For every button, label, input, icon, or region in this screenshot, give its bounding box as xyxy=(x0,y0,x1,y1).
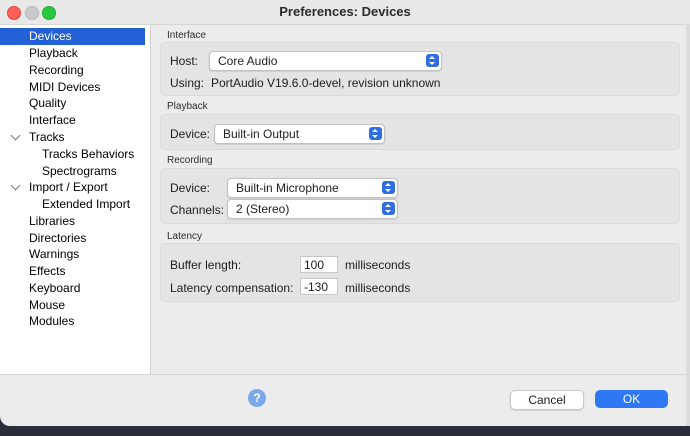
interface-section-title: Interface xyxy=(167,30,206,41)
window-edge xyxy=(686,24,690,426)
help-button[interactable]: ? xyxy=(248,389,266,407)
sidebar-item-label: MIDI Devices xyxy=(29,80,101,94)
sidebar-item-playback[interactable]: Playback xyxy=(0,45,145,62)
latency-section-title: Latency xyxy=(167,231,203,242)
channels-value: 2 (Stereo) xyxy=(236,202,290,216)
buffer-length-label: Buffer length: xyxy=(170,258,242,272)
title-bar: Preferences: Devices xyxy=(0,0,690,25)
sidebar-item-label: Modules xyxy=(29,314,75,328)
sidebar-item-spectrograms[interactable]: Spectrograms xyxy=(0,163,145,180)
sidebar-item-label: Interface xyxy=(29,113,76,127)
preferences-sidebar: Devices Playback Recording MIDI Devices … xyxy=(0,25,151,374)
popup-stepper-icon xyxy=(426,54,439,67)
playback-device-label: Device: xyxy=(170,127,211,141)
chevron-down-icon[interactable] xyxy=(10,130,21,141)
buffer-length-unit: milliseconds xyxy=(345,258,411,272)
sidebar-item-label: Spectrograms xyxy=(42,164,117,178)
latency-compensation-unit: milliseconds xyxy=(345,281,411,295)
recording-device-label: Device: xyxy=(170,181,211,195)
sidebar-item-label: Playback xyxy=(29,46,78,60)
playback-device-popup[interactable]: Built-in Output xyxy=(214,124,385,144)
ok-button[interactable]: OK xyxy=(595,390,668,408)
sidebar-item-tracks-behaviors[interactable]: Tracks Behaviors xyxy=(0,146,145,163)
sidebar-item-mouse[interactable]: Mouse xyxy=(0,297,145,314)
chevron-down-icon[interactable] xyxy=(10,180,21,191)
sidebar-item-label: Devices xyxy=(29,29,72,43)
sidebar-item-tracks[interactable]: Tracks xyxy=(0,129,145,146)
sidebar-item-midi-devices[interactable]: MIDI Devices xyxy=(0,79,145,96)
sidebar-item-devices[interactable]: Devices xyxy=(0,28,145,45)
sidebar-item-import-export[interactable]: Import / Export xyxy=(0,179,145,196)
channels-label: Channels: xyxy=(170,203,225,217)
sidebar-item-label: Libraries xyxy=(29,214,76,228)
using-value: PortAudio V19.6.0-devel, revision unknow… xyxy=(211,76,441,90)
buffer-length-input[interactable]: 100 xyxy=(300,256,338,273)
sidebar-item-label: Warnings xyxy=(29,247,80,261)
sidebar-item-label: Quality xyxy=(29,96,67,110)
sidebar-item-keyboard[interactable]: Keyboard xyxy=(0,280,145,297)
popup-stepper-icon xyxy=(382,181,395,194)
host-label: Host: xyxy=(170,54,199,68)
host-popup[interactable]: Core Audio xyxy=(209,51,442,71)
latency-compensation-label: Latency compensation: xyxy=(170,281,294,295)
sidebar-item-label: Import / Export xyxy=(29,180,108,194)
sidebar-item-label: Recording xyxy=(29,63,84,77)
sidebar-item-quality[interactable]: Quality xyxy=(0,95,145,112)
sidebar-item-warnings[interactable]: Warnings xyxy=(0,246,145,263)
sidebar-item-label: Extended Import xyxy=(42,197,131,211)
recording-section-title: Recording xyxy=(167,155,213,166)
recording-device-popup[interactable]: Built-in Microphone xyxy=(227,178,398,198)
footer-divider xyxy=(0,374,690,375)
preferences-window: Preferences: Devices Devices Playback Re… xyxy=(0,0,690,426)
recording-device-value: Built-in Microphone xyxy=(236,181,339,195)
sidebar-item-label: Keyboard xyxy=(29,281,81,295)
sidebar-item-label: Tracks xyxy=(29,130,65,144)
sidebar-item-modules[interactable]: Modules xyxy=(0,313,145,330)
playback-device-value: Built-in Output xyxy=(223,127,300,141)
sidebar-item-label: Directories xyxy=(29,231,87,245)
using-label: Using: xyxy=(170,76,205,90)
playback-section-title: Playback xyxy=(167,101,208,112)
sidebar-item-effects[interactable]: Effects xyxy=(0,263,145,280)
sidebar-item-directories[interactable]: Directories xyxy=(0,230,145,247)
sidebar-item-recording[interactable]: Recording xyxy=(0,62,145,79)
sidebar-item-interface[interactable]: Interface xyxy=(0,112,145,129)
latency-compensation-input[interactable]: -130 xyxy=(300,278,338,295)
popup-stepper-icon xyxy=(369,127,382,140)
sidebar-item-extended-import[interactable]: Extended Import xyxy=(0,196,145,213)
sidebar-item-libraries[interactable]: Libraries xyxy=(0,213,145,230)
sidebar-item-label: Effects xyxy=(29,264,66,278)
sidebar-item-label: Mouse xyxy=(29,298,66,312)
sidebar-item-label: Tracks Behaviors xyxy=(42,147,135,161)
cancel-button[interactable]: Cancel xyxy=(510,390,584,410)
channels-popup[interactable]: 2 (Stereo) xyxy=(227,199,398,219)
popup-stepper-icon xyxy=(382,202,395,215)
window-title: Preferences: Devices xyxy=(279,4,411,19)
host-value: Core Audio xyxy=(218,54,278,68)
